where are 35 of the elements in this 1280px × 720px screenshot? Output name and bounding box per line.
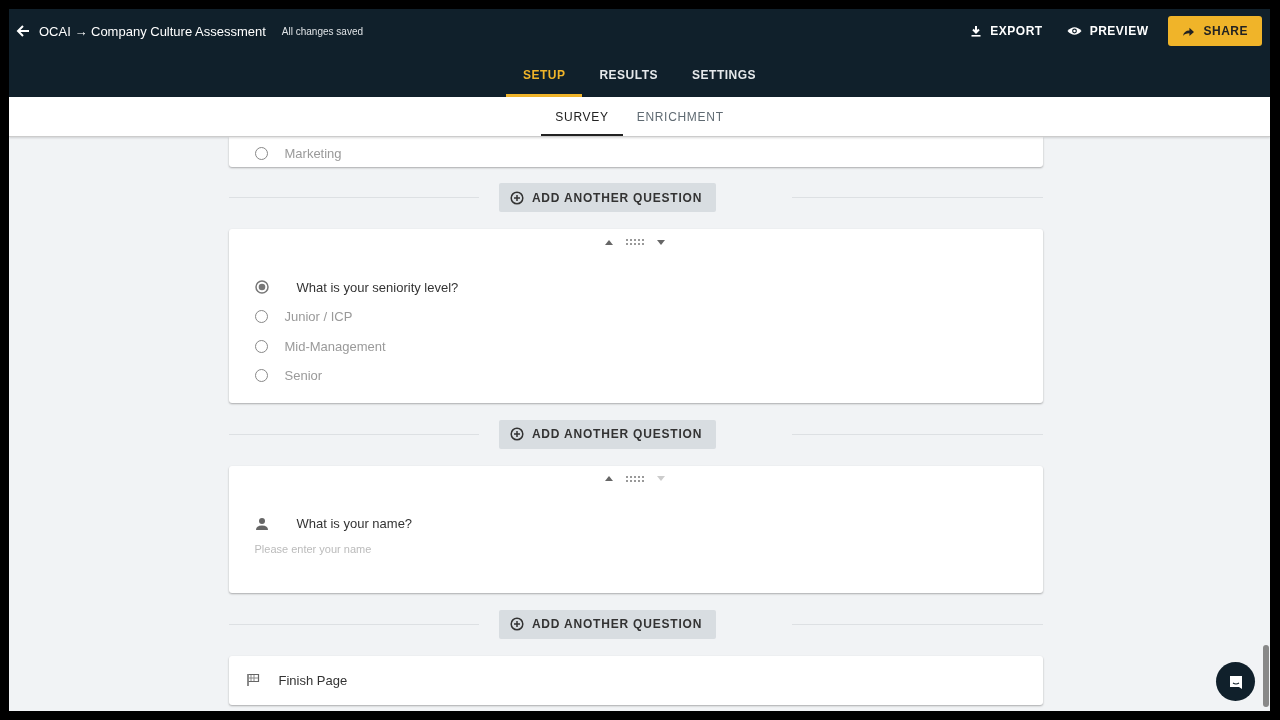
- plus-circle-icon: [509, 427, 524, 441]
- drag-handle-icon[interactable]: [624, 239, 645, 245]
- finish-page-label[interactable]: Finish Page: [278, 672, 348, 688]
- export-button[interactable]: EXPORT: [958, 17, 1055, 45]
- option-label: Junior / ICP: [284, 309, 353, 325]
- back-arrow-icon[interactable]: [15, 23, 31, 39]
- chat-icon: [1227, 673, 1244, 690]
- drag-handle-icon[interactable]: [624, 475, 645, 482]
- add-question-button[interactable]: ADD ANOTHER QUESTION: [498, 419, 717, 449]
- save-status: All changes saved: [281, 25, 364, 37]
- option-label: Mid-Management: [284, 338, 386, 354]
- add-question-button[interactable]: ADD ANOTHER QUESTION: [498, 609, 717, 639]
- move-up-icon[interactable]: [604, 239, 613, 245]
- tab[interactable]: RESULTS: [582, 53, 676, 97]
- option-label: Senior: [284, 368, 323, 384]
- chat-button[interactable]: [1216, 662, 1255, 701]
- move-down-icon[interactable]: [656, 239, 665, 245]
- share-arrow-icon: [1182, 25, 1196, 37]
- survey-title: OCAI → Company Culture Assessment: [39, 23, 266, 39]
- flag-icon: [245, 673, 260, 688]
- move-up-icon[interactable]: [604, 476, 613, 481]
- subtab[interactable]: ENRICHMENT: [622, 97, 738, 136]
- option-label: Marketing: [284, 146, 342, 162]
- question-text[interactable]: What is your name?: [296, 516, 413, 531]
- plus-circle-icon: [509, 190, 524, 205]
- preview-button[interactable]: PREVIEW: [1054, 17, 1161, 45]
- plus-circle-icon: [509, 617, 524, 631]
- download-icon: [970, 25, 983, 37]
- eye-icon: [1066, 26, 1082, 36]
- share-button[interactable]: SHARE: [1168, 16, 1262, 46]
- add-question-button[interactable]: ADD ANOTHER QUESTION: [498, 183, 717, 212]
- question-text[interactable]: What is your seniority level?: [296, 279, 459, 295]
- person-icon: [254, 516, 269, 531]
- tab[interactable]: SETTINGS: [675, 53, 774, 97]
- radio-type-icon: [254, 280, 269, 294]
